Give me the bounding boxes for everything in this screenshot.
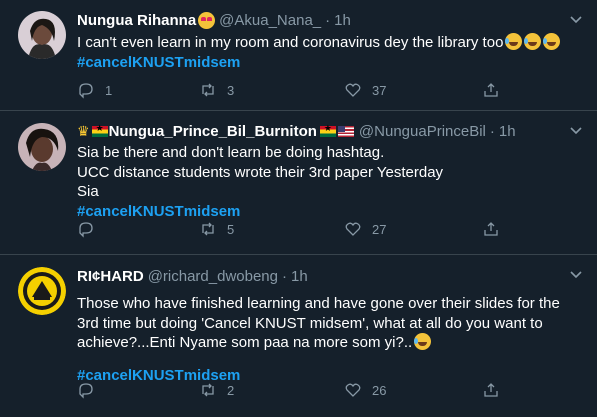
reply-button[interactable] bbox=[77, 381, 105, 399]
avatar[interactable] bbox=[18, 11, 66, 59]
username[interactable]: @Akua_Nana_ bbox=[219, 12, 321, 29]
timestamp[interactable]: 1h bbox=[334, 12, 351, 29]
reply-icon bbox=[79, 222, 93, 238]
reply-icon bbox=[79, 83, 93, 99]
chevron-down-icon[interactable] bbox=[569, 123, 583, 137]
crown-emoji: ♛ bbox=[77, 122, 90, 139]
tweet-text: I can't even learn in my room and corona… bbox=[77, 33, 583, 72]
ghana-flag bbox=[91, 123, 108, 137]
share-button[interactable] bbox=[482, 81, 500, 99]
reply-button[interactable] bbox=[77, 220, 105, 238]
like-count: 26 bbox=[372, 382, 387, 398]
retweet-count: 5 bbox=[227, 221, 235, 237]
like-count: 37 bbox=[372, 82, 387, 98]
retweet-button[interactable]: 2 bbox=[199, 381, 234, 399]
username[interactable]: @NunguaPrinceBil bbox=[359, 123, 486, 140]
timestamp[interactable]: 1h bbox=[499, 123, 516, 140]
display-name[interactable]: Nungua Rihanna bbox=[77, 12, 196, 29]
like-icon bbox=[345, 222, 361, 236]
share-icon bbox=[484, 222, 498, 236]
chevron-down-icon[interactable] bbox=[569, 12, 583, 26]
display-name[interactable]: Nungua_Prince_Bil_Burniton bbox=[109, 123, 317, 140]
retweet-count: 2 bbox=[227, 382, 235, 398]
share-button[interactable] bbox=[482, 381, 500, 399]
tweet-actions: 1 3 37 bbox=[77, 80, 507, 100]
like-icon bbox=[345, 83, 361, 97]
retweet-button[interactable]: 5 bbox=[199, 220, 234, 238]
reply-button[interactable]: 1 bbox=[77, 81, 112, 99]
tears-of-joy-emoji bbox=[505, 33, 523, 50]
tweet-feed: Nungua Rihanna @Akua_Nana_ · 1h I can't … bbox=[0, 0, 597, 417]
tweet-header: ♛ Nungua_Prince_Bil_Burniton @NunguaPrin… bbox=[77, 120, 583, 142]
like-icon bbox=[345, 383, 361, 397]
timestamp[interactable]: 1h bbox=[291, 268, 308, 285]
retweet-button[interactable]: 3 bbox=[199, 81, 234, 99]
tears-of-joy-emoji bbox=[414, 333, 432, 350]
avatar[interactable] bbox=[18, 267, 66, 315]
tweet-text: Sia be there and don't learn be doing ha… bbox=[77, 143, 583, 221]
us-flag bbox=[337, 125, 354, 137]
tears-of-joy-emoji bbox=[524, 33, 542, 50]
display-name[interactable]: RI¢HARD bbox=[77, 268, 144, 285]
heart-eyes-emoji bbox=[198, 11, 216, 29]
retweet-icon bbox=[202, 222, 214, 236]
tweet-header: Nungua Rihanna @Akua_Nana_ · 1h bbox=[77, 11, 351, 29]
like-button[interactable]: 37 bbox=[344, 81, 386, 99]
chevron-down-icon[interactable] bbox=[569, 267, 583, 281]
tweet[interactable]: Nungua Rihanna @Akua_Nana_ · 1h I can't … bbox=[0, 0, 597, 111]
ghana-flag bbox=[319, 123, 336, 137]
username[interactable]: @richard_dwobeng bbox=[148, 268, 278, 285]
retweet-count: 3 bbox=[227, 82, 235, 98]
tweet-text: Those who have finished learning and hav… bbox=[77, 294, 583, 385]
retweet-icon bbox=[202, 383, 214, 397]
share-button[interactable] bbox=[482, 220, 500, 238]
retweet-icon bbox=[202, 83, 214, 97]
tweet-actions: 2 26 bbox=[77, 380, 507, 400]
reply-icon bbox=[79, 383, 93, 399]
tweet-actions: 5 27 bbox=[77, 219, 507, 239]
reply-count: 1 bbox=[105, 82, 113, 98]
like-button[interactable]: 27 bbox=[344, 220, 386, 238]
like-button[interactable]: 26 bbox=[344, 381, 386, 399]
tweet[interactable]: ♛ Nungua_Prince_Bil_Burniton @NunguaPrin… bbox=[0, 111, 597, 255]
like-count: 27 bbox=[372, 221, 387, 237]
hashtag-link[interactable]: #cancelKNUSTmidsem bbox=[77, 54, 240, 71]
avatar[interactable] bbox=[18, 123, 66, 171]
tweet[interactable]: RI¢HARD @richard_dwobeng · 1h Those who … bbox=[0, 255, 597, 417]
share-icon bbox=[484, 83, 498, 97]
tears-of-joy-emoji bbox=[543, 33, 561, 50]
tweet-header: RI¢HARD @richard_dwobeng · 1h bbox=[77, 267, 308, 285]
share-icon bbox=[484, 383, 498, 397]
